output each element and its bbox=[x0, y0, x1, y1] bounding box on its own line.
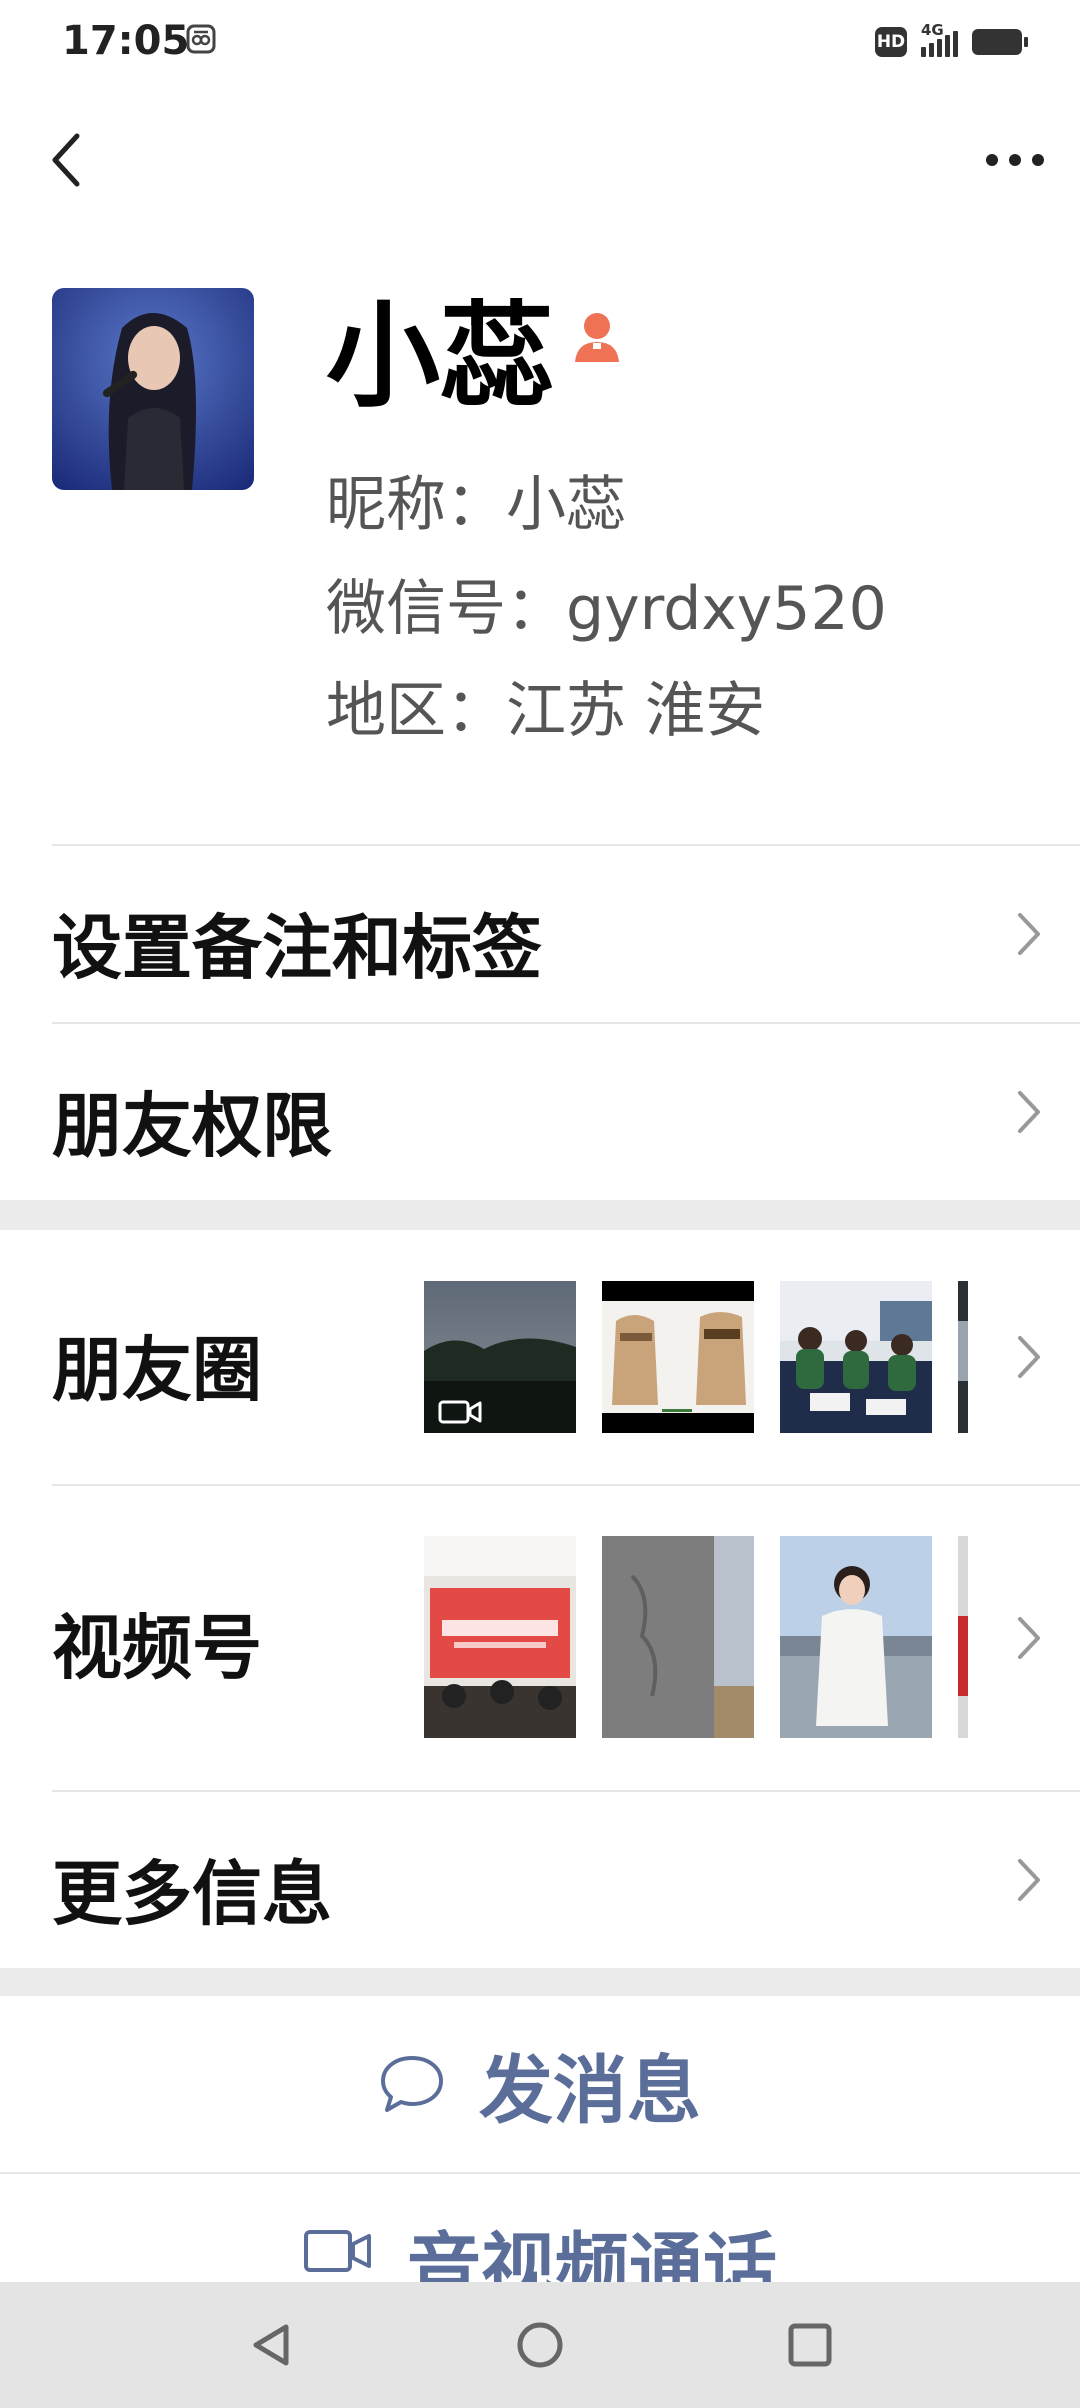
section-gap bbox=[0, 1200, 1080, 1230]
top-bar bbox=[0, 120, 1080, 200]
status-time: 17:05 bbox=[62, 18, 190, 64]
nav-back-icon bbox=[253, 2324, 289, 2366]
more-dots-icon bbox=[986, 154, 1044, 166]
more-info-label: 更多信息 bbox=[52, 1853, 332, 1935]
more-options-button[interactable] bbox=[970, 120, 1060, 200]
channels-thumbnail[interactable] bbox=[780, 1536, 932, 1738]
channels-thumbnail[interactable] bbox=[602, 1536, 754, 1738]
wechat-id: 微信号：gyrdxy520 bbox=[326, 574, 887, 644]
chevron-right-icon bbox=[1018, 1859, 1040, 1901]
chevron-right-icon bbox=[1018, 1617, 1040, 1659]
system-nav-bar bbox=[0, 2282, 1080, 2408]
display-name: 小蕊 bbox=[326, 290, 555, 423]
battery-icon bbox=[972, 29, 1028, 55]
channels-label: 视频号 bbox=[52, 1607, 262, 1689]
friend-permissions-row[interactable]: 朋友权限 bbox=[0, 1024, 1080, 1200]
avatar-image bbox=[52, 288, 254, 490]
nav-back-button[interactable] bbox=[240, 2315, 300, 2375]
moments-photo-classroom bbox=[780, 1281, 932, 1433]
channels-photo-stone bbox=[602, 1536, 754, 1738]
region: 地区：江苏 淮安 bbox=[326, 676, 766, 746]
nav-home-icon bbox=[517, 2322, 563, 2368]
remark-tags-row[interactable]: 设置备注和标签 bbox=[0, 846, 1080, 1022]
chevron-right-icon bbox=[1018, 913, 1040, 955]
chevron-right-icon bbox=[1018, 1091, 1040, 1133]
moments-thumbnail-partial[interactable] bbox=[958, 1281, 968, 1433]
moments-thumbnail[interactable] bbox=[424, 1281, 576, 1433]
friend-permissions-label: 朋友权限 bbox=[52, 1085, 332, 1167]
nav-recents-icon bbox=[788, 2323, 832, 2367]
network-type: 4G bbox=[921, 21, 944, 39]
moments-row[interactable]: 朋友圈 bbox=[0, 1230, 1080, 1484]
hd-icon: HD bbox=[875, 27, 907, 57]
channels-thumbnail[interactable] bbox=[424, 1536, 576, 1738]
channels-photo-meeting bbox=[424, 1536, 576, 1738]
app-notification-icon bbox=[186, 24, 216, 54]
divider bbox=[0, 2172, 1080, 2174]
status-bar: 17:05 HD 4G bbox=[0, 0, 1080, 84]
moments-thumbnail[interactable] bbox=[602, 1281, 754, 1433]
nav-recents-button[interactable] bbox=[780, 2315, 840, 2375]
section-gap bbox=[0, 1968, 1080, 1996]
channels-thumbnail-partial[interactable] bbox=[958, 1536, 968, 1738]
chevron-right-icon bbox=[1018, 1336, 1040, 1378]
moments-thumbnail[interactable] bbox=[780, 1281, 932, 1433]
video-call-icon bbox=[304, 2230, 371, 2272]
nav-home-button[interactable] bbox=[510, 2315, 570, 2375]
status-indicators: HD 4G bbox=[875, 21, 1028, 60]
channels-thumbnails bbox=[424, 1536, 968, 1738]
avatar[interactable] bbox=[52, 288, 254, 490]
signal-icon: 4G bbox=[921, 21, 958, 57]
name-row: 小蕊 bbox=[326, 294, 622, 419]
channels-photo-child bbox=[780, 1536, 932, 1738]
moments-photo-bags bbox=[602, 1281, 754, 1433]
nickname: 昵称：小蕊 bbox=[326, 470, 626, 540]
chat-bubble-icon bbox=[381, 2056, 443, 2112]
send-message-button[interactable]: 发消息 bbox=[0, 1996, 1080, 2172]
send-message-label: 发消息 bbox=[479, 2047, 701, 2134]
profile-header: 小蕊 昵称：小蕊 微信号：gyrdxy520 地区：江苏 淮安 bbox=[0, 280, 1080, 750]
more-info-row[interactable]: 更多信息 bbox=[0, 1792, 1080, 1968]
back-chevron-icon bbox=[52, 133, 80, 187]
remark-tags-label: 设置备注和标签 bbox=[52, 907, 542, 989]
female-user-icon bbox=[575, 312, 620, 362]
back-button[interactable] bbox=[30, 120, 100, 200]
moments-label: 朋友圈 bbox=[52, 1329, 262, 1411]
video-camera-icon bbox=[438, 1400, 482, 1424]
moments-thumbnails bbox=[424, 1281, 968, 1433]
channels-row[interactable]: 视频号 bbox=[0, 1486, 1080, 1790]
